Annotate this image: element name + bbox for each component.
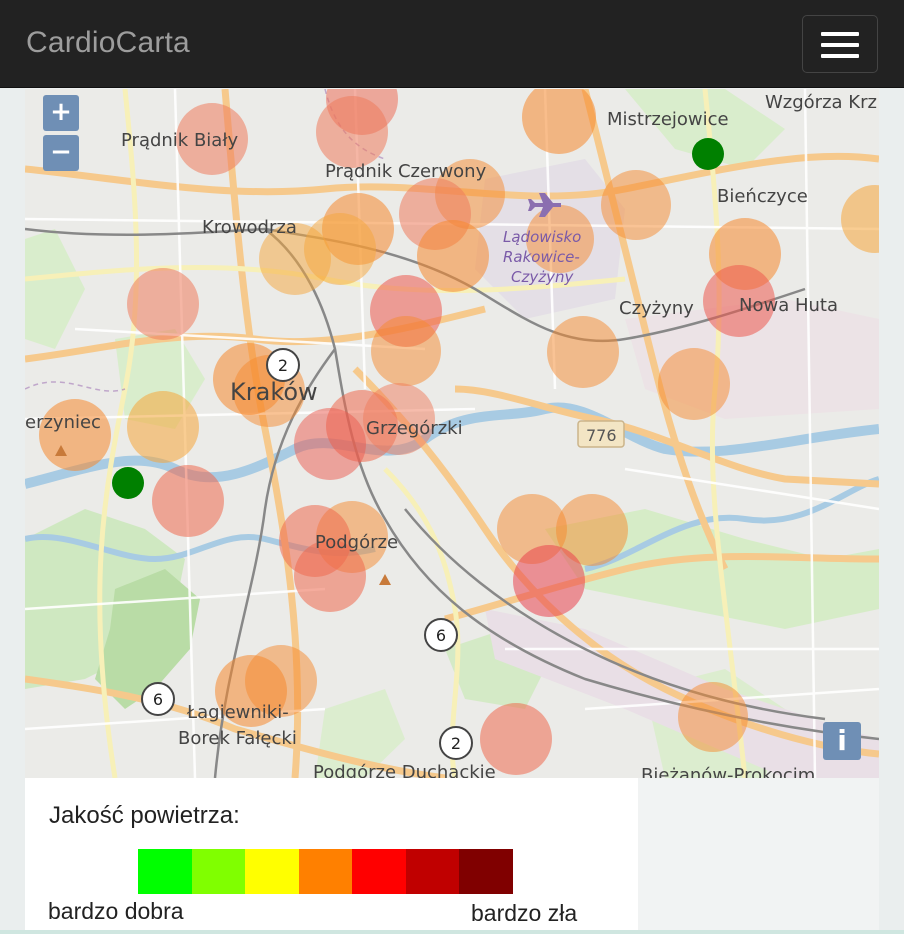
legend-swatch bbox=[191, 849, 245, 894]
page-background bbox=[879, 88, 904, 934]
label-lagiewniki-line1: Łagiewniki- bbox=[186, 702, 289, 723]
legend-swatch bbox=[405, 849, 459, 894]
label-lagiewniki-line2: Borek Fałęcki bbox=[178, 728, 297, 749]
hamburger-icon bbox=[821, 32, 859, 36]
label-podgorze-duchackie: Podgórze Duchackie bbox=[313, 762, 496, 778]
legend-swatch bbox=[298, 849, 352, 894]
legend-swatch bbox=[459, 849, 513, 894]
map-tiles: Prądnik Biały Prądnik Czerwony Mistrzejo… bbox=[25, 89, 879, 778]
hamburger-icon-bar bbox=[821, 54, 859, 58]
label-nowa-huta: Nowa Huta bbox=[739, 295, 838, 316]
label-mistrzejowice: Mistrzejowice bbox=[607, 109, 729, 130]
air-quality-map[interactable]: Prądnik Biały Prądnik Czerwony Mistrzejo… bbox=[25, 89, 879, 778]
page-background bbox=[0, 88, 25, 934]
label-airport-line3: Czyżyny bbox=[511, 268, 574, 286]
label-wzgorza: Wzgórza Krz bbox=[765, 92, 877, 113]
hamburger-icon-bar bbox=[821, 43, 859, 47]
zoom-in-button[interactable]: + bbox=[43, 95, 79, 131]
legend-swatch bbox=[352, 849, 406, 894]
legend-low-label: bardzo dobra bbox=[48, 898, 184, 924]
page-background bbox=[638, 778, 879, 934]
menu-toggle-button[interactable] bbox=[802, 15, 878, 73]
air-quality-legend: Jakość powietrza: bardzo dobra bardzo zł… bbox=[25, 778, 638, 934]
cluster-marker-count[interactable]: 6 bbox=[153, 690, 163, 709]
legend-high-label: bardzo zła bbox=[471, 900, 578, 926]
label-bienczyce: Bieńczyce bbox=[717, 186, 808, 207]
brand-logo[interactable]: CardioCarta bbox=[26, 26, 190, 60]
label-biezanow: Bieżanów-Prokocim bbox=[641, 765, 815, 778]
label-pradnik-czerwony: Prądnik Czerwony bbox=[325, 161, 487, 182]
label-grzegorzki: Grzegórzki bbox=[366, 418, 463, 439]
label-pradnik-bialy: Prądnik Biały bbox=[121, 130, 238, 151]
label-krakow: Kraków bbox=[230, 378, 318, 406]
zoom-out-button[interactable]: − bbox=[43, 135, 79, 171]
legend-color-scale bbox=[138, 849, 513, 894]
label-airport-line1: Lądowisko bbox=[503, 228, 581, 246]
cluster-marker-count[interactable]: 2 bbox=[451, 734, 461, 753]
cluster-marker-count[interactable]: 6 bbox=[436, 626, 446, 645]
legend-swatch bbox=[138, 849, 192, 894]
info-button[interactable]: i bbox=[823, 722, 861, 760]
label-airport-line2: Rakowice- bbox=[503, 248, 580, 266]
label-podgorze: Podgórze bbox=[315, 532, 398, 553]
legend-swatch bbox=[245, 849, 299, 894]
cluster-marker-count[interactable]: 2 bbox=[278, 356, 288, 375]
road-shield-776: 776 bbox=[586, 426, 617, 445]
label-krowodrza: Krowodrza bbox=[202, 217, 297, 238]
bottom-divider bbox=[0, 930, 904, 934]
top-navbar: CardioCarta bbox=[0, 0, 904, 88]
legend-title: Jakość powietrza: bbox=[49, 802, 240, 829]
label-czyzyny: Czyżyny bbox=[619, 298, 694, 319]
label-zwierzyniec: erzyniec bbox=[25, 412, 101, 433]
